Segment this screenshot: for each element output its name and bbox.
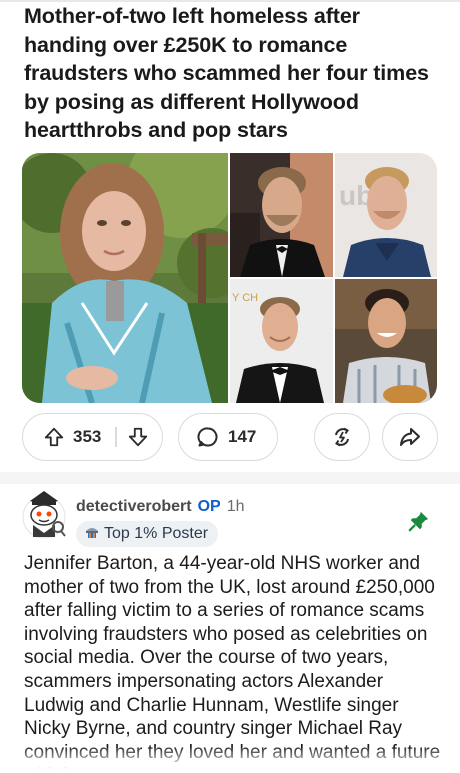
flair-icon <box>84 524 104 545</box>
award-icon <box>330 425 354 449</box>
upvote-count: 353 <box>73 427 102 446</box>
post-image-gallery[interactable]: ub Y CH <box>22 153 437 403</box>
post-actions: 353 147 <box>22 413 438 461</box>
photo-celebrity-4 <box>335 279 437 403</box>
comment-count: 147 <box>228 427 257 446</box>
comment-body: Jennifer Barton, a 44-year-old NHS worke… <box>24 553 440 773</box>
vote-divider <box>115 427 117 447</box>
author-name[interactable]: detectiverobert <box>76 498 192 516</box>
award-button[interactable] <box>314 413 370 461</box>
comment-icon <box>196 425 220 449</box>
photo-celebrity-1 <box>230 153 333 277</box>
pin-icon <box>408 510 430 532</box>
flair-label: Top 1% Poster <box>104 525 209 542</box>
upvote-icon[interactable] <box>43 426 65 448</box>
svg-text:Y CH: Y CH <box>232 292 258 304</box>
user-flair: Top 1% Poster <box>76 521 219 547</box>
section-separator <box>0 472 460 484</box>
comment-meta: detectiverobert OP 1h <box>76 498 245 516</box>
share-icon <box>398 425 422 449</box>
photo-woman <box>22 153 228 403</box>
vote-control: 353 <box>22 413 163 461</box>
share-button[interactable] <box>382 413 438 461</box>
timestamp: 1h <box>226 498 245 515</box>
avatar[interactable] <box>22 487 66 539</box>
comments-button[interactable]: 147 <box>178 413 278 461</box>
post-title[interactable]: Mother-of-two left homeless after handin… <box>24 2 444 145</box>
photo-celebrity-3: Y CH <box>230 279 333 403</box>
downvote-icon[interactable] <box>127 426 149 448</box>
photo-celebrity-2: ub <box>335 153 437 277</box>
op-badge: OP <box>197 498 221 515</box>
truncation-fade <box>0 748 460 773</box>
